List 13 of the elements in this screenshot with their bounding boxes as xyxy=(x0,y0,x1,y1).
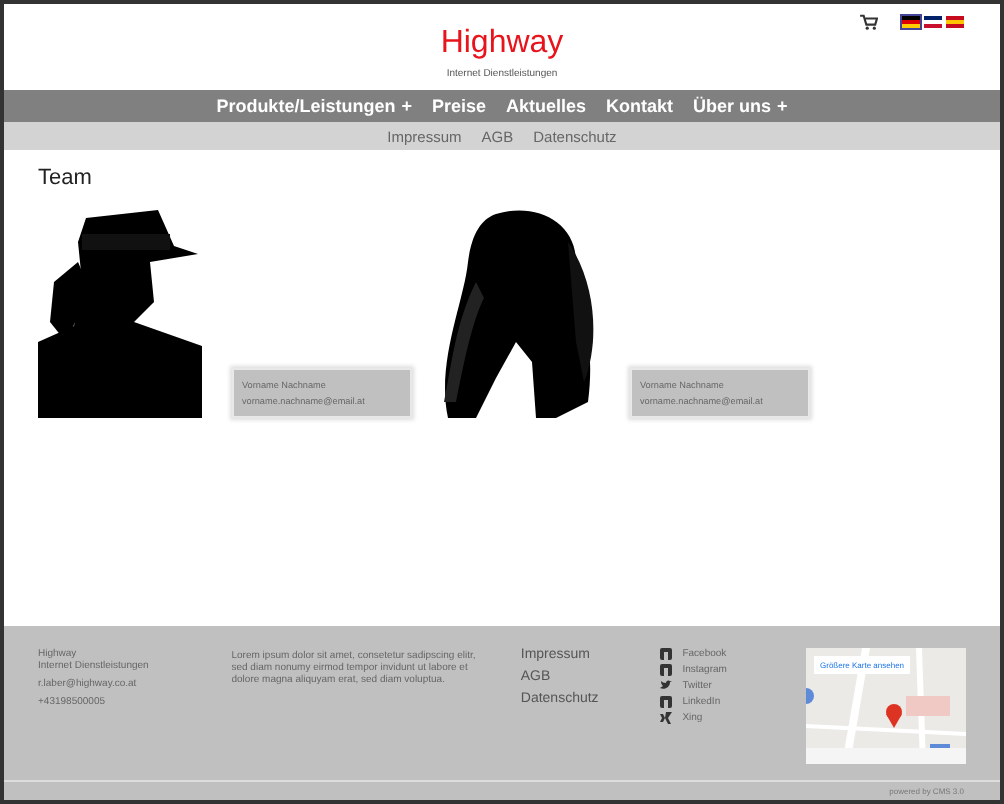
nav-link[interactable]: Produkte/Leistungen + xyxy=(216,96,412,116)
flag-icon[interactable] xyxy=(902,16,920,28)
nav-link[interactable]: Über uns + xyxy=(693,96,788,116)
social-icon[interactable] xyxy=(660,696,673,708)
nav-link[interactable]: Kontakt xyxy=(606,96,674,116)
nav-link[interactable]: Preise xyxy=(431,96,486,116)
x-icon[interactable] xyxy=(660,712,673,724)
section-heading: Team xyxy=(38,166,94,190)
site-title[interactable]: Highway xyxy=(440,26,564,62)
bird-icon[interactable] xyxy=(660,680,673,692)
flag-icon[interactable] xyxy=(924,16,942,28)
cart-icon[interactable] xyxy=(860,14,878,30)
nav-link[interactable]: Aktuelles xyxy=(506,96,587,116)
